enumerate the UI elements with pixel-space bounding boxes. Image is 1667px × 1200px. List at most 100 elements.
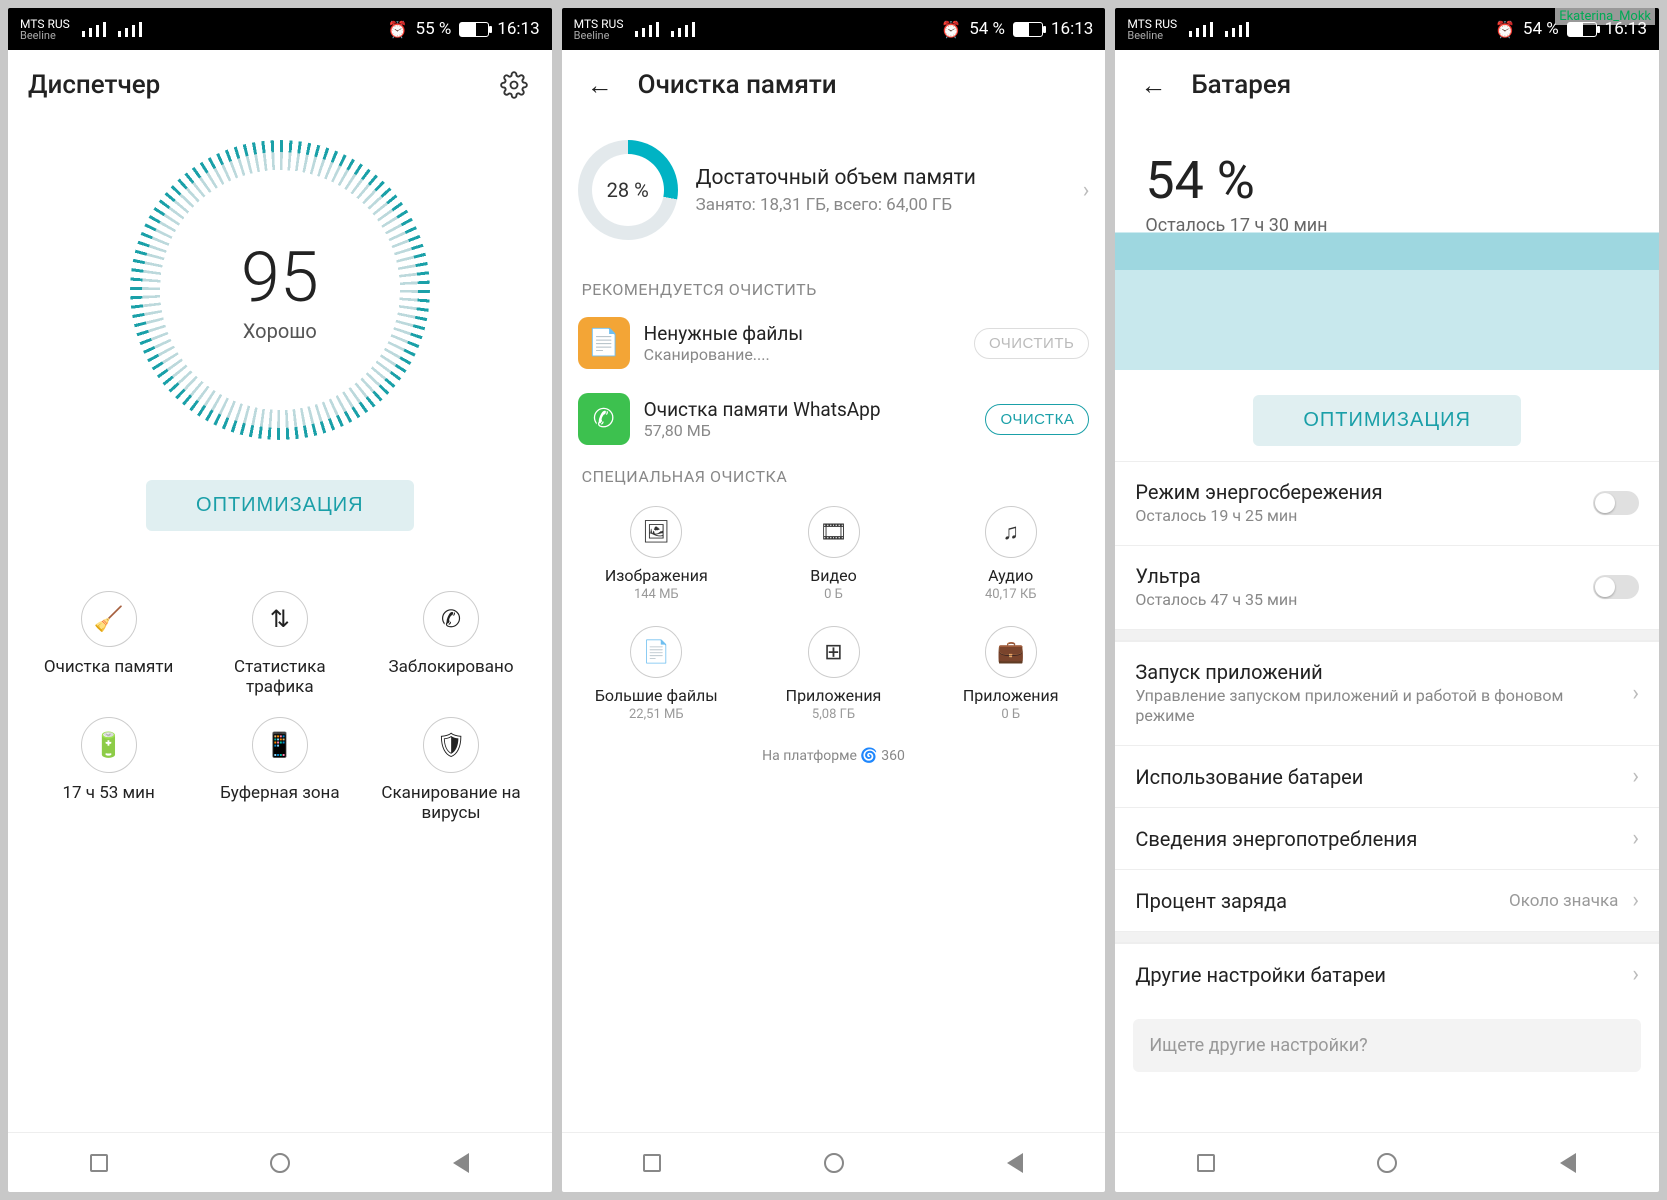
- special-clean-grid: 🖼 Изображения 144 МБ 🎞 Видео 0 Б ♫ Аудио…: [562, 492, 1106, 740]
- signal-icon: [82, 22, 106, 37]
- dropzone-icon: 📱: [252, 717, 308, 773]
- battery-percent: 55 %: [416, 19, 452, 39]
- nav-recent[interactable]: [638, 1149, 666, 1177]
- image-icon: 🖼: [630, 506, 682, 558]
- alarm-icon: ⏰: [1495, 20, 1515, 39]
- back-button[interactable]: ←: [1135, 67, 1171, 103]
- toggle-power-save[interactable]: [1593, 491, 1639, 515]
- app-header: Диспетчер: [8, 50, 552, 120]
- signal-icon: [671, 22, 695, 37]
- status-bar: MTS RUS Beeline ⏰ 54 % 16:13: [562, 8, 1106, 50]
- optimize-button[interactable]: ОПТИМИЗАЦИЯ: [146, 480, 414, 531]
- section-special: СПЕЦИАЛЬНАЯ ОЧИСТКА: [562, 457, 1106, 492]
- section-recommended: РЕКОМЕНДУЕТСЯ ОЧИСТИТЬ: [562, 270, 1106, 305]
- carrier-2: Beeline: [574, 30, 624, 41]
- special-video[interactable]: 🎞 Видео 0 Б: [749, 498, 918, 610]
- battery-percent: 54 %: [969, 19, 1005, 39]
- nav-recent[interactable]: [1192, 1149, 1220, 1177]
- carrier-2: Beeline: [1127, 30, 1177, 41]
- storage-donut: 28 %: [578, 140, 678, 240]
- row-power-save[interactable]: Режим энергосбережения Осталось 19 ч 25 …: [1115, 461, 1659, 545]
- storage-detail: Занято: 18,31 ГБ, всего: 64,00 ГБ: [696, 195, 1065, 215]
- powered-by: На платформе 🌀 360: [562, 740, 1106, 776]
- page-title: Диспетчер: [28, 70, 476, 100]
- divider: [1115, 629, 1659, 641]
- row-power-details[interactable]: Сведения энергопотребления ›: [1115, 807, 1659, 869]
- page-title: Батарея: [1191, 70, 1639, 100]
- alarm-icon: ⏰: [388, 20, 408, 39]
- optimize-button[interactable]: ОПТИМИЗАЦИЯ: [1253, 395, 1521, 446]
- tile-battery-time[interactable]: 🔋 17 ч 53 мин: [28, 717, 189, 825]
- battery-icon: [1567, 22, 1597, 37]
- tile-cleanup[interactable]: 🧹 Очистка памяти: [28, 591, 189, 699]
- briefcase-icon: 💼: [985, 626, 1037, 678]
- tool-grid: 🧹 Очистка памяти ⇅ Статистика трафика ✆ …: [8, 581, 552, 855]
- battery-icon: [1013, 22, 1043, 37]
- toggle-ultra[interactable]: [1593, 575, 1639, 599]
- row-charge-percent[interactable]: Процент заряда Около значка ›: [1115, 869, 1659, 931]
- cleanup-row-whatsapp[interactable]: ✆ Очистка памяти WhatsApp 57,80 МБ ОЧИСТ…: [562, 381, 1106, 457]
- back-button[interactable]: ←: [582, 67, 618, 103]
- chevron-right-icon: ›: [1632, 826, 1639, 851]
- special-large-files[interactable]: 📄 Большие файлы 22,51 МБ: [572, 618, 741, 730]
- carrier-1: MTS RUS: [20, 18, 70, 30]
- audio-icon: ♫: [985, 506, 1037, 558]
- nav-bar: [8, 1132, 552, 1192]
- special-apps[interactable]: ⊞ Приложения 5,08 ГБ: [749, 618, 918, 730]
- row-other-settings[interactable]: Другие настройки батареи ›: [1115, 943, 1659, 1005]
- chevron-right-icon: ›: [1083, 178, 1090, 203]
- clean-button[interactable]: ОЧИСТИТЬ: [974, 328, 1089, 359]
- alarm-icon: ⏰: [941, 20, 961, 39]
- battery-remaining: Осталось 17 ч 30 мин: [1145, 215, 1629, 236]
- nav-recent[interactable]: [85, 1149, 113, 1177]
- settings-button[interactable]: [496, 67, 532, 103]
- nav-home[interactable]: [1373, 1149, 1401, 1177]
- search-other-settings[interactable]: Ищете другие настройки?: [1133, 1019, 1641, 1072]
- special-apps-2[interactable]: 💼 Приложения 0 Б: [926, 618, 1095, 730]
- status-bar: MTS RUS Beeline ⏰ 55 % 16:13: [8, 8, 552, 50]
- tile-dropzone[interactable]: 📱 Буферная зона: [199, 717, 360, 825]
- blocked-icon: ✆: [423, 591, 479, 647]
- chevron-right-icon: ›: [1632, 681, 1639, 706]
- storage-percent: 28 %: [607, 178, 649, 202]
- battery-icon: 🔋: [81, 717, 137, 773]
- special-images[interactable]: 🖼 Изображения 144 МБ: [572, 498, 741, 610]
- tile-traffic[interactable]: ⇅ Статистика трафика: [199, 591, 360, 699]
- special-audio[interactable]: ♫ Аудио 40,17 КБ: [926, 498, 1095, 610]
- nav-bar: [1115, 1132, 1659, 1192]
- clock: 16:13: [497, 19, 539, 39]
- carrier-1: MTS RUS: [1127, 18, 1177, 30]
- storage-summary-row[interactable]: 28 % Достаточный объем памяти Занято: 18…: [562, 120, 1106, 270]
- screen-cleanup: MTS RUS Beeline ⏰ 54 % 16:13 ← Очистка п…: [562, 8, 1106, 1192]
- screen-battery: Ekaterina_Mokk MTS RUS Beeline ⏰ 54 % 16…: [1115, 8, 1659, 1192]
- video-icon: 🎞: [808, 506, 860, 558]
- shield-icon: 🛡: [423, 717, 479, 773]
- clock: 16:13: [1051, 19, 1093, 39]
- gear-icon: [500, 71, 528, 99]
- nav-home[interactable]: [820, 1149, 848, 1177]
- page-title: Очистка памяти: [638, 70, 1086, 100]
- cleanup-row-junk[interactable]: 📄 Ненужные файлы Сканирование.... ОЧИСТИ…: [562, 305, 1106, 381]
- signal-icon: [1189, 22, 1213, 37]
- whatsapp-icon: ✆: [578, 393, 630, 445]
- nav-back[interactable]: [447, 1149, 475, 1177]
- nav-back[interactable]: [1554, 1149, 1582, 1177]
- row-ultra[interactable]: Ультра Осталось 47 ч 35 мин: [1115, 545, 1659, 629]
- tile-virus-scan[interactable]: 🛡 Сканирование на вирусы: [370, 717, 531, 825]
- chevron-right-icon: ›: [1632, 764, 1639, 789]
- score-ring: 95 Хорошо: [130, 140, 430, 440]
- clean-button[interactable]: ОЧИСТКА: [985, 404, 1089, 435]
- traffic-icon: ⇅: [252, 591, 308, 647]
- nav-home[interactable]: [266, 1149, 294, 1177]
- row-app-launch[interactable]: Запуск приложений Управление запуском пр…: [1115, 641, 1659, 746]
- row-battery-usage[interactable]: Использование батареи ›: [1115, 745, 1659, 807]
- tile-blocked[interactable]: ✆ Заблокировано: [370, 591, 531, 699]
- app-header: ← Батарея: [1115, 50, 1659, 120]
- divider: [1115, 931, 1659, 943]
- chevron-right-icon: ›: [1632, 962, 1639, 987]
- nav-back[interactable]: [1001, 1149, 1029, 1177]
- app-header: ← Очистка памяти: [562, 50, 1106, 120]
- carrier-1: MTS RUS: [574, 18, 624, 30]
- percent-mode-value: Около значка: [1509, 891, 1618, 911]
- carrier-2: Beeline: [20, 30, 70, 41]
